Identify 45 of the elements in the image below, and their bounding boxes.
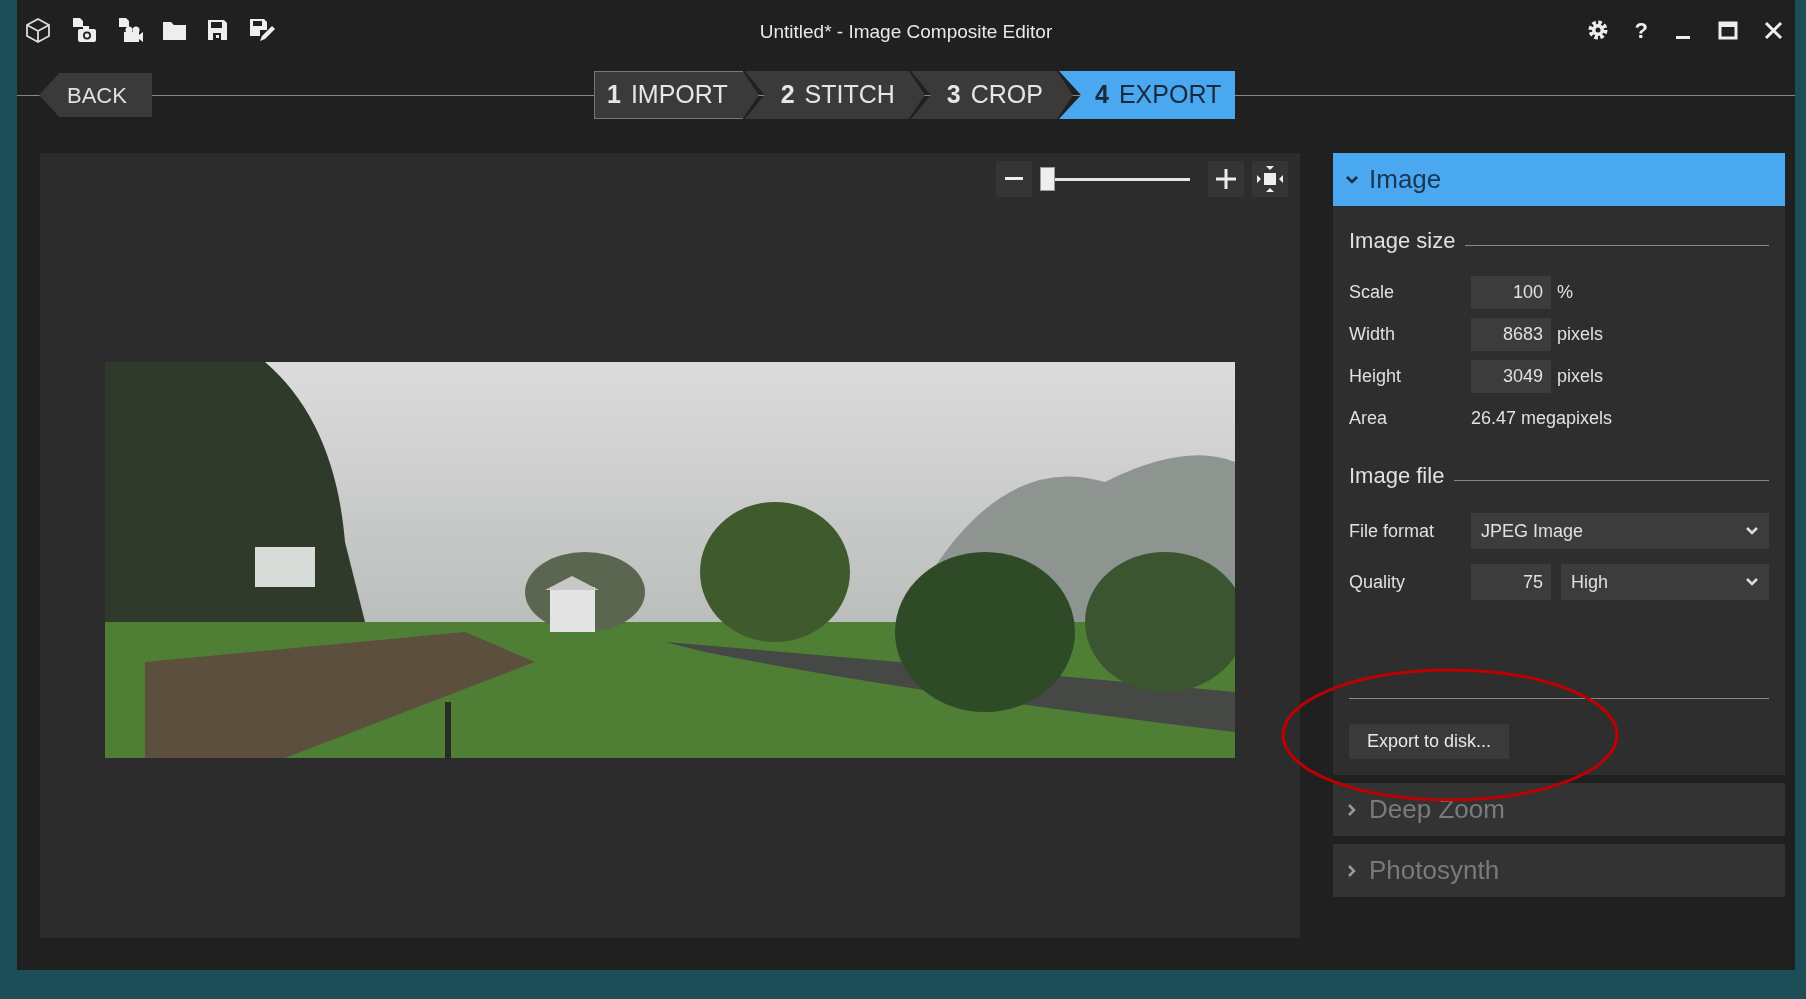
- number-field[interactable]: 8683: [1471, 317, 1551, 351]
- number-field[interactable]: 75: [1471, 564, 1551, 600]
- help-button[interactable]: ?: [1634, 13, 1648, 47]
- section-title: Deep Zoom: [1369, 793, 1505, 826]
- field-label: Quality: [1349, 570, 1407, 594]
- number-field[interactable]: 100: [1471, 275, 1551, 309]
- section-heading: Image size: [1349, 227, 1456, 255]
- unit-label: %: [1557, 280, 1573, 304]
- step-tab[interactable]: 4 EXPORT: [1059, 71, 1236, 119]
- cube-icon[interactable]: [25, 16, 51, 44]
- fit-to-window-button[interactable]: [1252, 161, 1288, 197]
- step-tab[interactable]: 1 IMPORT: [594, 71, 759, 119]
- section-header[interactable]: Image: [1333, 153, 1785, 206]
- export-button[interactable]: Export to disk...: [1349, 724, 1510, 759]
- plus-icon: [1216, 169, 1236, 189]
- step-tab[interactable]: 2 STITCH: [744, 71, 925, 119]
- window-title: Untitled* - Image Composite Editor: [759, 20, 1053, 44]
- zoom-slider[interactable]: [1040, 165, 1190, 193]
- save-as-pencil-icon[interactable]: [248, 17, 276, 43]
- field-label: Area: [1349, 406, 1389, 430]
- settings-icon[interactable]: [1586, 19, 1609, 41]
- zoom-in-button[interactable]: [1208, 161, 1244, 197]
- fit-arrows-icon: [1257, 166, 1283, 192]
- step-tab[interactable]: 3 CROP: [910, 71, 1073, 119]
- maximize-icon[interactable]: [1718, 20, 1738, 40]
- back-button[interactable]: BACK: [39, 73, 152, 117]
- section-heading: Image file: [1349, 462, 1445, 490]
- field-label: File format: [1349, 519, 1436, 543]
- field-label: Scale: [1349, 280, 1396, 304]
- section-title: Photosynth: [1369, 854, 1500, 887]
- close-icon[interactable]: [1764, 20, 1783, 40]
- file-format-dropdown[interactable]: JPEG Image: [1471, 513, 1769, 549]
- quality-dropdown[interactable]: High: [1561, 564, 1769, 600]
- file-video-camera-icon[interactable]: [116, 17, 143, 43]
- minus-icon: [1005, 177, 1023, 181]
- unit-label: pixels: [1557, 364, 1604, 388]
- section-title: Image: [1369, 163, 1442, 196]
- file-camera-icon[interactable]: [70, 17, 97, 43]
- save-icon[interactable]: [206, 18, 229, 42]
- number-field[interactable]: 3049: [1471, 359, 1551, 393]
- zoom-out-button[interactable]: [996, 161, 1032, 197]
- unit-label: pixels: [1557, 322, 1604, 346]
- field-label: Width: [1349, 322, 1396, 346]
- area-value: 26.47 megapixels: [1471, 406, 1613, 430]
- field-label: Height: [1349, 364, 1403, 388]
